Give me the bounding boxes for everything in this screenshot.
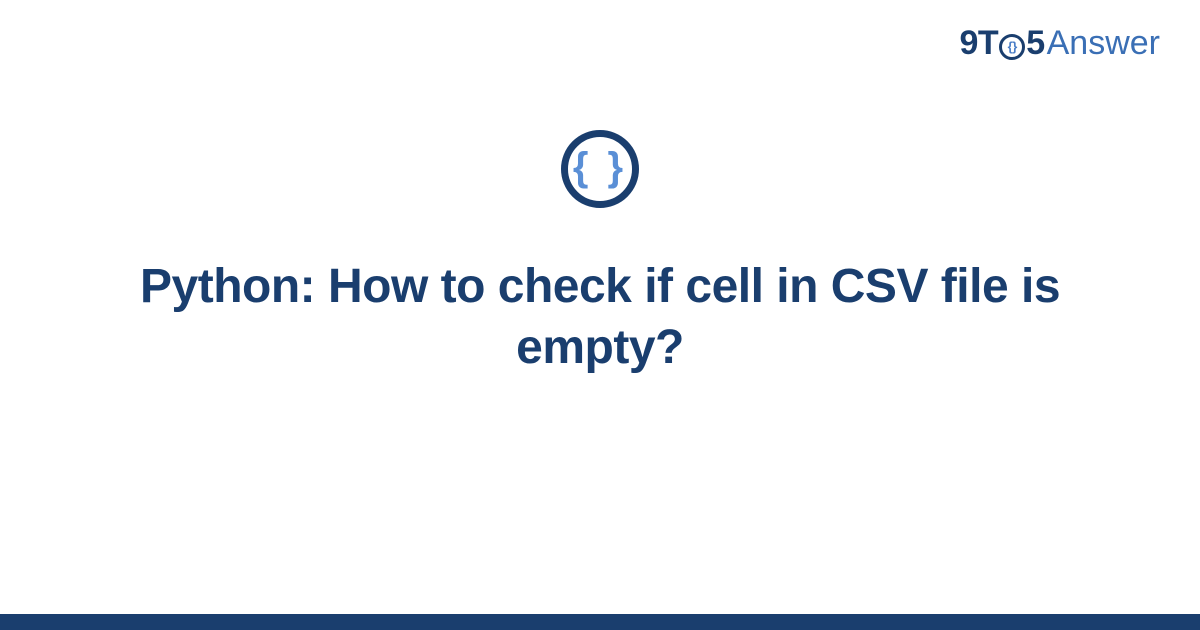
logo-prefix: 9T {} 5	[960, 24, 1045, 63]
main-content: { } Python: How to check if cell in CSV …	[0, 130, 1200, 379]
logo-text-9t: 9T	[960, 24, 999, 63]
footer-accent-bar	[0, 614, 1200, 630]
brand-logo: 9T {} 5 Answer	[960, 24, 1160, 63]
logo-text-5: 5	[1026, 24, 1044, 63]
logo-circle-o: {}	[999, 34, 1025, 60]
logo-inner-glyph: {}	[1008, 40, 1017, 53]
braces-glyph: { }	[573, 147, 627, 187]
code-braces-icon: { }	[561, 130, 639, 208]
logo-word-answer: Answer	[1047, 24, 1160, 63]
page-title: Python: How to check if cell in CSV file…	[140, 256, 1060, 379]
